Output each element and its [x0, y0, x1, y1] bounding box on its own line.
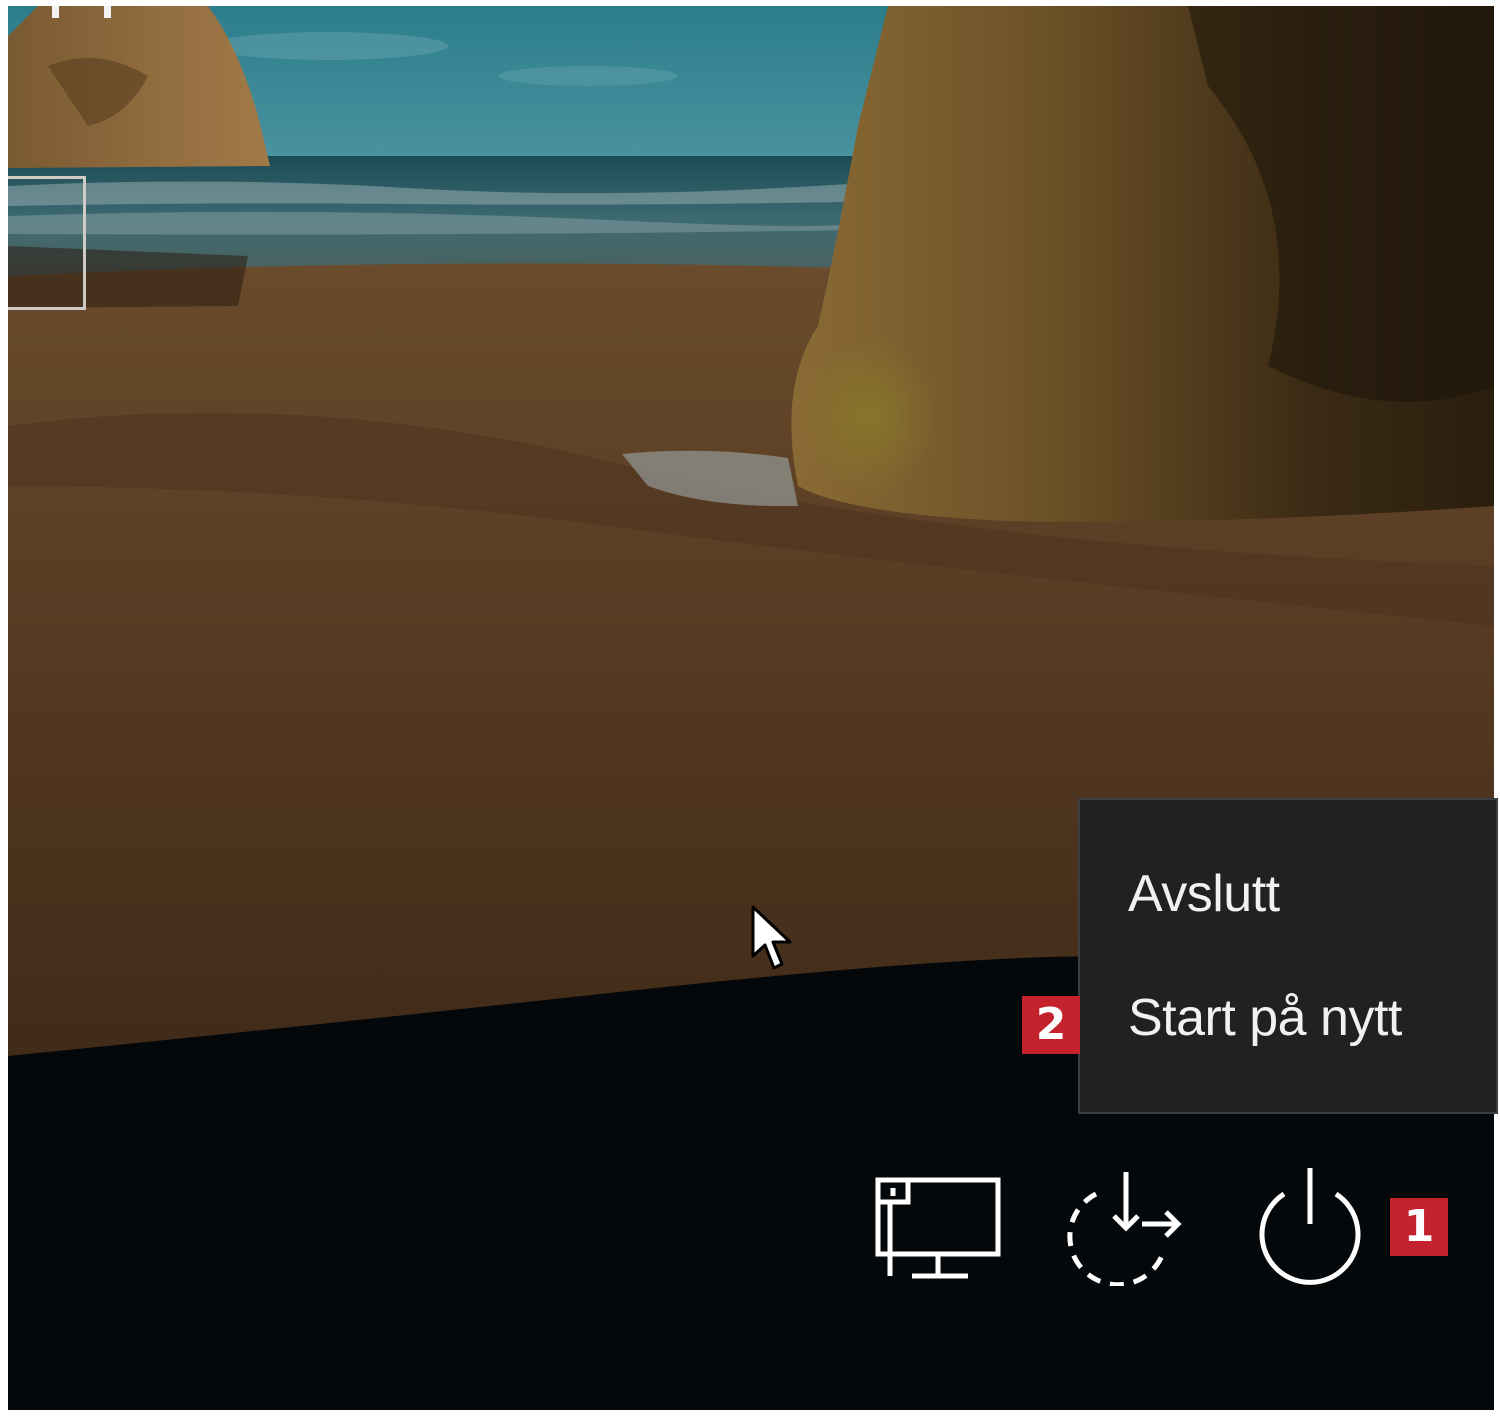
power-icon[interactable]	[1254, 1164, 1366, 1288]
top-edge-marks	[52, 6, 132, 18]
step-2-badge: 2	[1022, 996, 1080, 1054]
shutdown-menu-item[interactable]: Avslutt	[1128, 864, 1280, 924]
mouse-pointer-icon	[751, 905, 792, 970]
focus-outline	[8, 176, 86, 310]
step-1-badge: 1	[1390, 1198, 1448, 1256]
ease-of-access-icon[interactable]	[1060, 1166, 1184, 1286]
power-options-menu: Avslutt Start på nytt	[1078, 798, 1498, 1114]
network-icon[interactable]	[872, 1176, 1002, 1280]
restart-menu-item[interactable]: Start på nytt	[1128, 988, 1402, 1048]
